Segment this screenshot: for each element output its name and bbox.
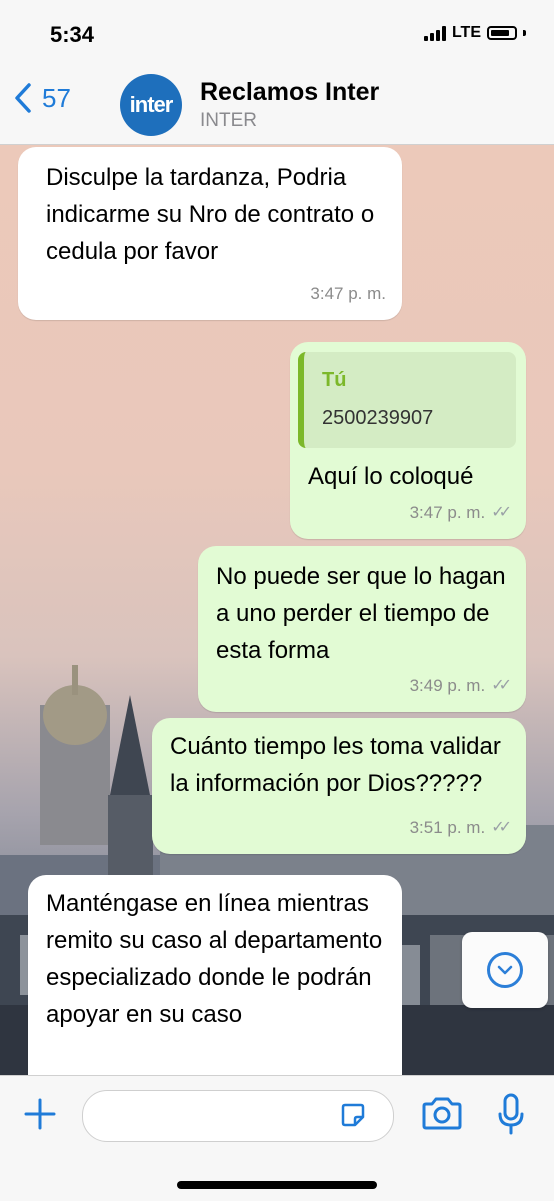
plus-icon[interactable] — [22, 1096, 58, 1132]
message-bubble[interactable]: Cuánto tiempo les toma validar la inform… — [152, 718, 526, 854]
message-time: 3:47 p. m. — [310, 284, 386, 303]
message-time: 3:49 p. m. ✓✓ — [410, 667, 512, 704]
signal-icon — [423, 25, 446, 41]
microphone-icon[interactable] — [496, 1092, 526, 1136]
chat-header: 57 inter Reclamos Inter INTER — [0, 68, 554, 145]
read-ticks-icon: ✓✓ — [491, 819, 512, 836]
read-ticks-icon: ✓✓ — [491, 504, 512, 521]
camera-icon[interactable] — [420, 1096, 464, 1132]
message-input[interactable] — [82, 1090, 394, 1142]
quoted-message[interactable]: Tú 2500239907 — [298, 352, 516, 448]
back-chevron-icon — [15, 83, 31, 113]
network-type: LTE — [451, 24, 481, 41]
message-text: Disculpe la tardanza, Podria indicarme s… — [46, 164, 375, 265]
read-ticks-icon: ✓✓ — [491, 677, 512, 694]
quote-author: Tú — [322, 369, 347, 391]
back-button[interactable]: 57 — [14, 82, 71, 114]
message-text: No puede ser que lo hagan a uno perder e… — [216, 563, 506, 664]
avatar[interactable]: inter — [120, 74, 182, 136]
sticker-icon[interactable] — [339, 1101, 367, 1129]
home-indicator — [177, 1181, 377, 1189]
message-bubble[interactable]: Tú 2500239907 Aquí lo coloqué 3:47 p. m.… — [290, 342, 526, 539]
message-text: Aquí lo coloqué — [308, 463, 474, 490]
contact-subtitle: INTER — [200, 110, 257, 131]
message-time: 3:47 p. m. ✓✓ — [410, 494, 512, 531]
message-text: Cuánto tiempo les toma validar la inform… — [170, 733, 501, 797]
status-bar: 5:34 LTE — [0, 0, 554, 68]
status-time: 5:34 — [50, 22, 95, 47]
battery-icon — [487, 26, 517, 40]
contact-name[interactable]: Reclamos Inter — [200, 78, 379, 107]
scroll-to-bottom-button[interactable] — [462, 932, 548, 1008]
message-bubble[interactable]: Manténgase en línea mientras remito su c… — [28, 875, 402, 1075]
scroll-down-icon — [487, 952, 523, 988]
message-bubble[interactable]: No puede ser que lo hagan a uno perder e… — [198, 546, 526, 712]
message-text: Manténgase en línea mientras remito su c… — [46, 890, 383, 1028]
back-count: 57 — [42, 82, 71, 113]
message-bubble[interactable]: Disculpe la tardanza, Podria indicarme s… — [18, 147, 402, 320]
message-time: 3:51 p. m. ✓✓ — [410, 809, 512, 846]
status-indicators: LTE — [423, 24, 526, 42]
quote-text: 2500239907 — [322, 407, 434, 429]
composer-bar — [0, 1075, 554, 1201]
battery-tip — [523, 30, 526, 36]
